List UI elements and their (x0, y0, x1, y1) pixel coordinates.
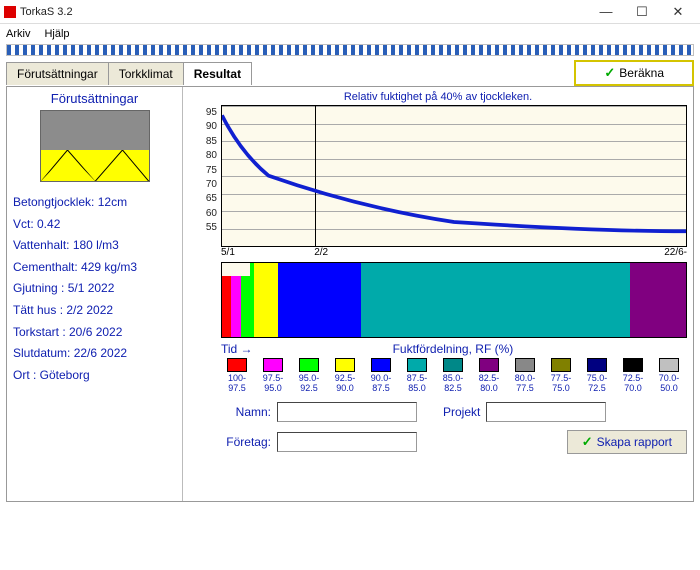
decor-bar (6, 44, 694, 56)
title-bar: TorkaS 3.2 — ☐ ✕ (0, 0, 700, 24)
menu-arkiv[interactable]: Arkiv (6, 28, 30, 40)
check-icon: ✓ (604, 65, 615, 81)
info-ort: Ort : Göteborg (13, 365, 178, 387)
tab-resultat[interactable]: Resultat (183, 62, 252, 85)
moisture-distribution-chart (221, 262, 687, 338)
info-slutdatum: Slutdatum: 22/6 2022 (13, 343, 178, 365)
app-icon (4, 6, 16, 18)
info-vattenhalt: Vattenhalt: 180 l/m3 (13, 235, 178, 257)
menu-bar: Arkiv Hjälp (0, 24, 700, 44)
menu-hjalp[interactable]: Hjälp (44, 28, 69, 40)
plot-area (221, 105, 687, 247)
window-title: TorkaS 3.2 (20, 6, 588, 18)
info-gjutning: Gjutning : 5/1 2022 (13, 278, 178, 300)
info-cementhalt: Cementhalt: 429 kg/m3 (13, 257, 178, 279)
info-betongtjocklek: Betongtjocklek: 12cm (13, 192, 178, 214)
result-panel: Relativ fuktighet på 40% av tjockleken. … (183, 87, 693, 501)
info-list: Betongtjocklek: 12cm Vct: 0.42 Vattenhal… (11, 192, 178, 386)
tab-strip: Förutsättningar Torkklimat Resultat (6, 62, 251, 85)
sidebar: Förutsättningar Betongtjocklek: 12cm Vct… (7, 87, 183, 501)
tab-torkklimat[interactable]: Torkklimat (108, 62, 184, 85)
info-tatthus: Tätt hus : 2/2 2022 (13, 300, 178, 322)
sidebar-title: Förutsättningar (11, 91, 178, 106)
section-thumbnail (40, 110, 150, 182)
info-vct: Vct: 0.42 (13, 214, 178, 236)
y-axis: 9590 8580 7570 6560 55 (189, 105, 221, 247)
info-torkstart: Torkstart : 20/6 2022 (13, 322, 178, 344)
maximize-button[interactable]: ☐ (624, 1, 660, 23)
close-button[interactable]: ✕ (660, 1, 696, 23)
line-chart: 9590 8580 7570 6560 55 (189, 105, 687, 247)
calculate-button[interactable]: ✓ Beräkna (574, 60, 694, 86)
minimize-button[interactable]: — (588, 1, 624, 23)
tab-forutsattningar[interactable]: Förutsättningar (6, 62, 109, 85)
chart-title: Relativ fuktighet på 40% av tjockleken. (189, 91, 687, 103)
